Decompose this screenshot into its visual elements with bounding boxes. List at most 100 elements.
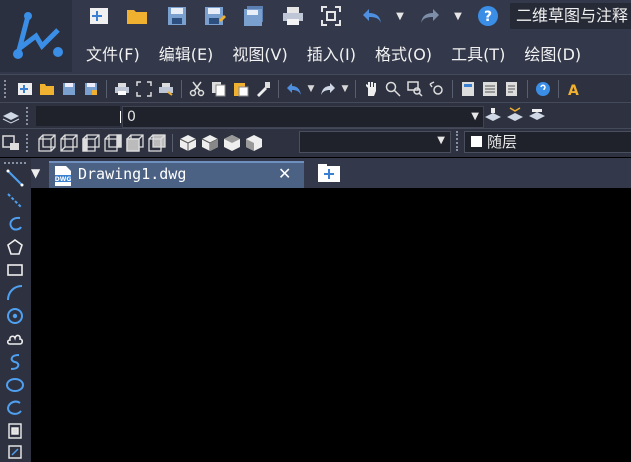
left-view-icon[interactable]	[80, 132, 102, 154]
redo-icon[interactable]	[317, 78, 339, 100]
toolbar-grip[interactable]	[456, 131, 462, 151]
cut-icon[interactable]	[186, 78, 208, 100]
save-as-icon[interactable]	[80, 78, 102, 100]
new-icon[interactable]	[14, 78, 36, 100]
redo-dropdown-icon[interactable]: ▼	[452, 4, 464, 28]
undo-dropdown-icon[interactable]: ▼	[305, 78, 317, 100]
open-folder-icon[interactable]	[125, 4, 149, 28]
menu-file[interactable]: 文件(F)	[86, 41, 140, 65]
layer-dropdown-arrow-icon[interactable]: ▼	[471, 107, 479, 127]
rectangle-icon[interactable]	[5, 260, 25, 280]
help-icon[interactable]	[532, 78, 554, 100]
view-manager-icon[interactable]	[0, 132, 22, 154]
toolbar-separator	[452, 80, 453, 98]
ellipse-icon[interactable]	[5, 375, 25, 395]
design-center-icon[interactable]	[501, 78, 523, 100]
menu-view[interactable]: 视图(V)	[232, 41, 287, 65]
top-view-icon[interactable]	[36, 132, 58, 154]
help-icon[interactable]: ?	[476, 4, 500, 28]
toolbar-grip[interactable]	[26, 134, 32, 152]
sw-iso-view-icon[interactable]	[177, 132, 199, 154]
current-layer-name: 0	[127, 109, 136, 125]
layer-state-icon[interactable]	[526, 104, 548, 126]
color-dropdown[interactable]: 随层	[464, 131, 631, 153]
undo-icon[interactable]	[283, 78, 305, 100]
bottom-view-icon[interactable]	[58, 132, 80, 154]
ne-iso-view-icon[interactable]	[221, 132, 243, 154]
ray-icon[interactable]	[5, 191, 25, 211]
menu-insert[interactable]: 插入(I)	[307, 41, 356, 65]
menu-draw[interactable]: 绘图(D)	[524, 41, 581, 65]
tab-close-icon[interactable]: ✕	[278, 164, 291, 183]
front-view-icon[interactable]	[124, 132, 146, 154]
save-as-icon[interactable]	[204, 4, 226, 28]
app-logo-icon	[13, 12, 63, 59]
toolbar-separator	[181, 80, 182, 98]
arc-icon[interactable]	[5, 283, 25, 303]
tab-list-dropdown-icon[interactable]: ▼	[31, 166, 47, 182]
redo-icon[interactable]	[418, 4, 442, 28]
svg-text:DWG: DWG	[55, 176, 72, 183]
menu-tools[interactable]: 工具(T)	[451, 41, 505, 65]
spline-icon[interactable]	[5, 352, 25, 372]
menu-format[interactable]: 格式(O)	[375, 41, 432, 65]
new-file-icon[interactable]	[88, 4, 110, 28]
zoom-realtime-icon[interactable]	[382, 78, 404, 100]
print-preview-icon[interactable]	[133, 78, 155, 100]
ellipse-arc-icon[interactable]	[5, 398, 25, 418]
drawing-canvas[interactable]	[31, 188, 631, 462]
save-icon[interactable]	[58, 78, 80, 100]
zoom-window-icon[interactable]	[404, 78, 426, 100]
toolbar-grip[interactable]	[4, 162, 26, 167]
undo-dropdown-icon[interactable]: ▼	[394, 4, 406, 28]
pan-icon[interactable]	[360, 78, 382, 100]
save-icon[interactable]	[166, 4, 188, 28]
undo-icon[interactable]	[360, 4, 384, 28]
zoom-extents-icon[interactable]	[320, 4, 342, 28]
polyline-icon[interactable]	[5, 214, 25, 234]
tab-drawing1[interactable]: DWG Drawing1.dwg ✕	[49, 161, 304, 188]
plot-icon[interactable]	[155, 78, 177, 100]
layer-state-icons-bg	[36, 106, 120, 126]
back-view-icon[interactable]	[146, 132, 168, 154]
layer-tools	[482, 104, 548, 126]
toolbar-grip[interactable]	[26, 107, 32, 125]
right-view-icon[interactable]	[102, 132, 124, 154]
make-current-layer-icon[interactable]	[482, 104, 504, 126]
calculator-icon[interactable]	[457, 78, 479, 100]
toolbar-separator	[355, 80, 356, 98]
nw-iso-view-icon[interactable]	[243, 132, 265, 154]
tab-label: Drawing1.dwg	[78, 165, 187, 183]
zoom-previous-icon[interactable]	[426, 78, 448, 100]
new-tab-button[interactable]	[317, 163, 341, 185]
make-block-icon[interactable]	[5, 442, 25, 462]
menu-edit[interactable]: 编辑(E)	[159, 41, 214, 65]
app-logo[interactable]	[0, 0, 72, 72]
save-all-icon[interactable]	[243, 4, 265, 28]
redo-dropdown-icon[interactable]: ▼	[339, 78, 351, 100]
help-icon-label: ?	[484, 9, 492, 25]
print-icon[interactable]	[282, 4, 304, 28]
revision-cloud-icon[interactable]	[5, 329, 25, 349]
paste-icon[interactable]	[230, 78, 252, 100]
layer-dropdown[interactable]: 0 ▼	[39, 106, 484, 128]
se-iso-view-icon[interactable]	[199, 132, 221, 154]
view-dropdown[interactable]: ▼	[299, 131, 451, 153]
insert-block-icon[interactable]	[5, 421, 25, 441]
polygon-icon[interactable]	[5, 237, 25, 257]
color-swatch	[471, 136, 482, 147]
properties-icon[interactable]	[479, 78, 501, 100]
svg-text:A: A	[568, 83, 579, 97]
line-icon[interactable]	[5, 168, 25, 188]
circle-icon[interactable]	[5, 306, 25, 326]
print-icon[interactable]	[111, 78, 133, 100]
toolbar-grip[interactable]	[4, 80, 10, 98]
match-properties-icon[interactable]	[252, 78, 274, 100]
layer-manager-icon[interactable]	[0, 105, 22, 127]
view-dropdown-arrow-icon[interactable]: ▼	[437, 135, 445, 146]
layer-previous-icon[interactable]	[504, 104, 526, 126]
toolbar-separator	[527, 80, 528, 98]
copy-icon[interactable]	[208, 78, 230, 100]
open-icon[interactable]	[36, 78, 58, 100]
text-style-icon[interactable]: A	[563, 78, 585, 100]
